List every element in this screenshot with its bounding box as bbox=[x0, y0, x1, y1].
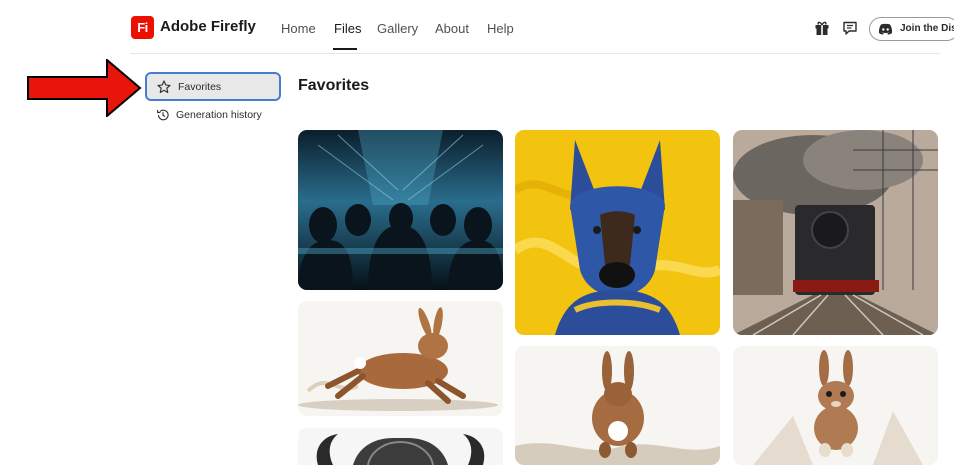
join-discord-button[interactable]: Join the Discord bbox=[869, 17, 954, 41]
nav-files[interactable]: Files bbox=[334, 21, 361, 36]
nav-gallery[interactable]: Gallery bbox=[377, 21, 418, 36]
sidebar-item-label: Generation history bbox=[176, 109, 262, 121]
adobe-firefly-logo[interactable]: Fi bbox=[131, 16, 154, 39]
horned-creature-image[interactable] bbox=[298, 428, 503, 465]
sidebar-item-label: Favorites bbox=[178, 81, 222, 93]
rabbit-running-forward-image[interactable] bbox=[733, 346, 938, 465]
gift-icon[interactable] bbox=[814, 20, 830, 36]
nav-help[interactable]: Help bbox=[487, 21, 514, 36]
red-arrow-annotation bbox=[27, 59, 142, 117]
nav-home[interactable]: Home bbox=[281, 21, 316, 36]
top-navigation-bar: Fi Adobe Firefly Home Files Gallery Abou… bbox=[0, 0, 954, 54]
steam-locomotive-image[interactable] bbox=[733, 130, 938, 335]
page-title: Favorites bbox=[298, 77, 370, 94]
feedback-icon[interactable] bbox=[842, 20, 858, 36]
history-icon bbox=[156, 109, 169, 121]
hooded-figures-server-room-image[interactable] bbox=[298, 130, 503, 290]
star-icon bbox=[157, 80, 171, 94]
sidebar-item-generation-history[interactable]: Generation history bbox=[145, 101, 281, 130]
rabbit-running-away-image[interactable] bbox=[515, 346, 720, 465]
discord-icon bbox=[878, 23, 893, 35]
active-nav-indicator bbox=[333, 48, 357, 50]
header-divider bbox=[130, 53, 940, 54]
nav-about[interactable]: About bbox=[435, 21, 469, 36]
join-discord-label: Join the Discord bbox=[900, 23, 954, 34]
app-name[interactable]: Adobe Firefly bbox=[160, 18, 256, 35]
sidebar-item-favorites[interactable]: Favorites bbox=[145, 72, 281, 101]
running-rabbit-image[interactable] bbox=[298, 301, 503, 416]
blue-yellow-german-shepherd-image[interactable] bbox=[515, 130, 720, 335]
